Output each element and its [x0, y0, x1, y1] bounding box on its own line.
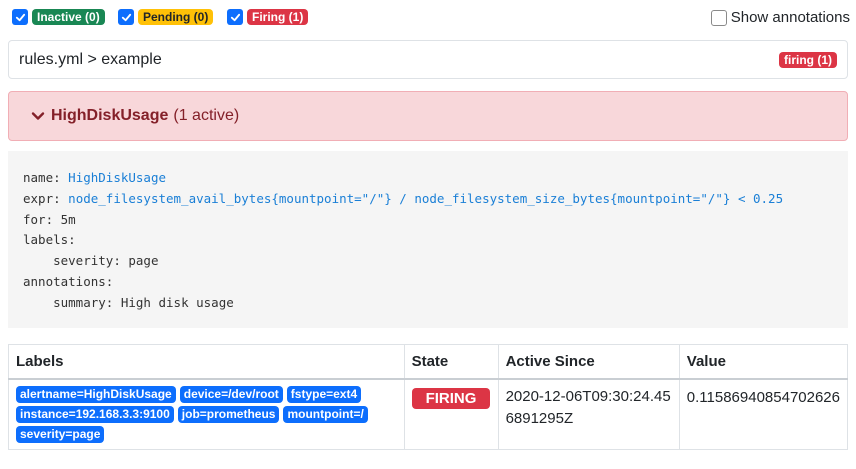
label-badge: mountpoint=/	[283, 406, 368, 423]
filter-firing[interactable]: Firing (1)	[227, 9, 309, 25]
show-annotations-checkbox[interactable]	[710, 9, 727, 26]
rule-group-path: rules.yml > example	[19, 50, 162, 68]
state-badge: FIRING	[411, 388, 491, 409]
code-value-for: 5m	[60, 211, 76, 227]
rule-active-count: (1 active)	[173, 107, 240, 124]
table-row: alertname=HighDiskUsage device=/dev/root…	[8, 378, 849, 450]
code-key-annotations: annotations:	[23, 273, 114, 289]
value-cell: 0.11586940854702626	[678, 378, 849, 450]
code-key-expr: expr:	[23, 190, 61, 206]
labels-cell: alertname=HighDiskUsage device=/dev/root…	[8, 378, 405, 450]
show-annotations-label: Show annotations	[730, 9, 850, 26]
rule-group-header: rules.yml > example firing (1)	[8, 40, 848, 79]
state-filters: Inactive (0) Pending (0) Firing (1) Show…	[0, 9, 856, 29]
state-cell: FIRING	[403, 378, 499, 450]
active-since-cell: 2020-12-06T09:30:24.456891295Z	[497, 378, 680, 450]
label-badge: alertname=HighDiskUsage	[16, 386, 176, 403]
checkmark-icon	[230, 13, 240, 21]
label-badge: instance=192.168.3.3:9100	[16, 406, 174, 423]
checkmark-icon	[121, 13, 131, 21]
group-firing-badge: firing (1)	[779, 51, 837, 68]
rule-definition: name: HighDiskUsage expr: node_filesyste…	[8, 151, 848, 328]
label-badge: device=/dev/root	[179, 386, 283, 403]
label-badge: job=prometheus	[177, 406, 280, 423]
code-value-severity: page	[128, 253, 159, 269]
code-key-labels: labels:	[23, 232, 76, 248]
code-value-name: HighDiskUsage	[68, 170, 167, 185]
code-key-for: for:	[23, 211, 54, 227]
filter-pending[interactable]: Pending (0)	[118, 9, 214, 25]
rule-name: HighDiskUsage	[51, 107, 169, 124]
filter-inactive[interactable]: Inactive (0)	[12, 9, 105, 25]
alerts-table: Labels State Active Since Value alertnam…	[8, 344, 849, 450]
header-active-since: Active Since	[497, 344, 680, 380]
header-state: State	[403, 344, 499, 380]
firing-badge: Firing (1)	[247, 9, 309, 25]
pending-badge: Pending (0)	[138, 9, 214, 25]
rule-toggle[interactable]: HighDiskUsage (1 active)	[8, 91, 848, 141]
inactive-checkbox[interactable]	[12, 9, 28, 25]
pending-checkbox[interactable]	[118, 9, 134, 25]
label-badge: fstype=ext4	[286, 386, 362, 403]
code-key-name: name:	[23, 170, 61, 185]
header-labels: Labels	[8, 344, 405, 380]
code-value-summary: High disk usage	[120, 294, 234, 310]
label-badges: alertname=HighDiskUsage device=/dev/root…	[16, 386, 386, 443]
show-annotations-toggle[interactable]: Show annotations	[710, 9, 850, 26]
chevron-down-icon	[31, 112, 45, 120]
code-key-severity: severity:	[53, 253, 121, 269]
label-badge: severity=page	[16, 426, 105, 443]
code-value-expr: node_filesystem_avail_bytes{mountpoint="…	[68, 190, 784, 206]
firing-checkbox[interactable]	[227, 9, 243, 25]
checkmark-icon	[15, 13, 25, 21]
code-key-summary: summary:	[53, 294, 114, 310]
table-header-row: Labels State Active Since Value	[8, 344, 849, 380]
inactive-badge: Inactive (0)	[32, 9, 105, 25]
header-value: Value	[678, 344, 849, 380]
